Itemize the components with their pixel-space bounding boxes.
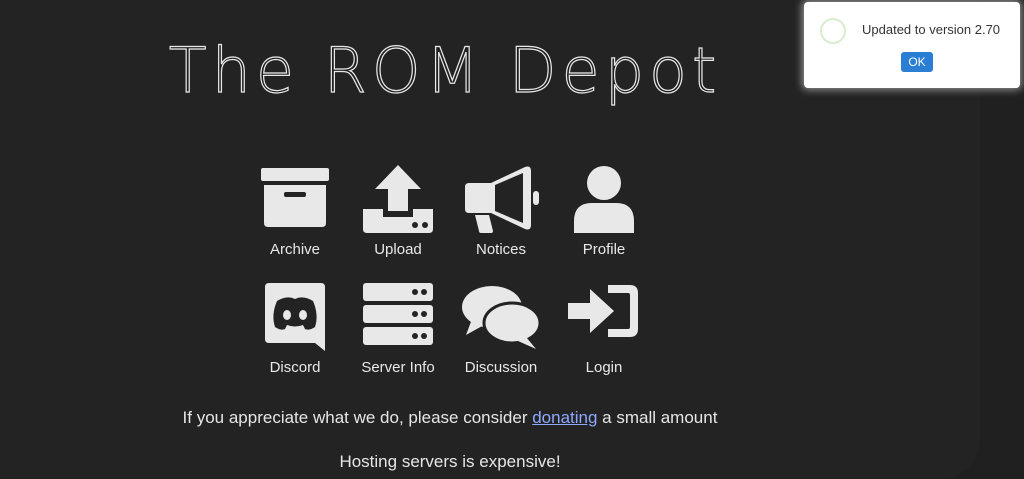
menu-label-archive: Archive xyxy=(269,241,321,258)
toast-ok-button[interactable]: OK xyxy=(901,52,933,72)
menu-label-discord: Discord xyxy=(269,359,321,376)
donate-message: If you appreciate what we do, please con… xyxy=(0,408,900,428)
donate-text-after: a small amount xyxy=(597,408,718,427)
toast-message: Updated to version 2.70 xyxy=(862,22,1001,37)
donate-text-before: If you appreciate what we do, please con… xyxy=(182,408,533,427)
donate-link[interactable]: donating xyxy=(532,408,597,427)
megaphone-icon xyxy=(449,165,553,237)
hosting-note: Hosting servers is expensive! xyxy=(339,452,561,471)
menu-label-login: Login xyxy=(585,359,623,376)
menu-tile-server-info[interactable]: Server Info xyxy=(346,283,450,403)
chat-bubbles-icon xyxy=(449,283,553,355)
user-profile-icon xyxy=(552,165,656,237)
menu-tile-upload[interactable]: Upload xyxy=(346,165,450,285)
upload-tray-icon xyxy=(346,165,450,237)
archive-box-icon xyxy=(243,165,347,237)
sign-in-icon xyxy=(552,283,656,355)
server-stack-icon xyxy=(346,283,450,355)
menu-label-notices: Notices xyxy=(475,241,527,258)
menu-tile-discord[interactable]: Discord xyxy=(243,283,347,403)
menu-label-profile: Profile xyxy=(582,241,626,258)
menu-label-discussion: Discussion xyxy=(464,359,538,376)
menu-label-server-info: Server Info xyxy=(361,359,435,376)
menu-tile-notices[interactable]: Notices xyxy=(449,165,553,285)
menu-label-upload: Upload xyxy=(374,241,422,258)
discord-icon xyxy=(243,283,347,355)
update-toast: Updated to version 2.70 OK xyxy=(804,2,1020,88)
menu-tile-archive[interactable]: Archive xyxy=(243,165,347,285)
menu-tile-discussion[interactable]: Discussion xyxy=(449,283,553,403)
menu-tile-login[interactable]: Login xyxy=(552,283,656,403)
success-ring-icon xyxy=(820,18,846,44)
site-title: The ROM Depot xyxy=(168,33,722,107)
menu-tile-profile[interactable]: Profile xyxy=(552,165,656,285)
